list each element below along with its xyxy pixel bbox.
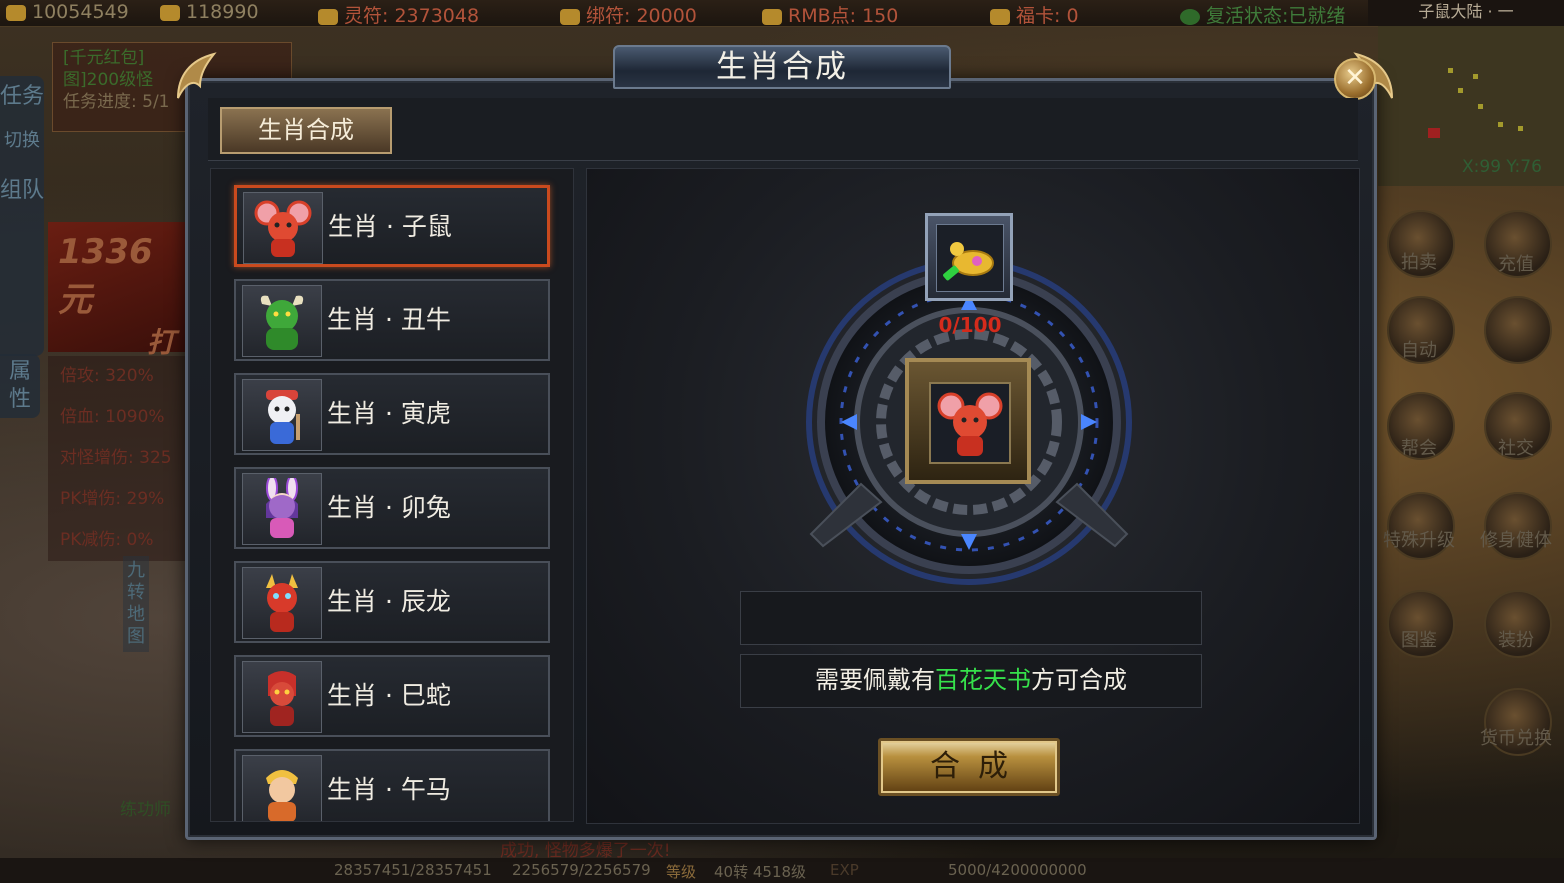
info-box [740,591,1202,645]
zodiac-list[interactable]: 生肖 · 子鼠 生肖 · 丑牛 生肖 · 寅虎 生肖 · 卯兔 生肖 · 辰龙 … [210,168,574,822]
requirement-text: 需要佩戴有百花天书方可合成 [740,654,1202,708]
coords-readout: X:99 Y:76 [1462,157,1542,177]
event-button[interactable] [1484,296,1552,364]
bangfu-counter: 绑符: 20000 [560,1,697,28]
revive-status: 复活状态:已就绪 [1180,1,1345,28]
required-item-name: 百花天书 [935,666,1031,694]
chat-line: 练功师 [120,800,171,820]
bottom-status-bar: 28357451/28357451 2256579/2256579 等级 40转… [0,858,1564,883]
stat-row: 对怪增伤: 325 [60,448,172,468]
server-name: 子鼠大陆 · 一 [1368,0,1564,26]
lingfu-counter: 灵符: 2373048 [318,1,479,28]
rabbit-portrait-icon [242,473,322,545]
dialog-title: 生肖合成 [613,45,951,89]
horse-portrait-icon [242,755,322,821]
lingfu-icon [318,8,338,25]
switch-button[interactable]: 切换 [0,126,44,152]
exp-label: EXP [830,861,859,879]
side-buttons: 任务 切换 组队 [0,76,44,356]
list-item-si-snake[interactable]: 生肖 · 巳蛇 [234,655,550,737]
left-hud: [千元红包] 图]200级怪 任务进度: 5/1 任务 切换 组队 属性 133… [0,36,292,856]
exp-readout: 5000/4200000000 [948,861,1087,879]
fuka-icon [990,8,1010,25]
promo-banner[interactable]: 1336元 打 [48,222,185,359]
mp-readout: 2256579/2256579 [512,861,651,879]
map-label[interactable]: 九转地图 [123,556,149,652]
result-slot[interactable] [905,358,1031,484]
stat-row: 倍攻: 320% [60,366,154,386]
stat-row: 倍血: 1090% [60,407,165,427]
rmb-counter: RMB点: 150 [762,1,898,28]
list-item-chen-dragon[interactable]: 生肖 · 辰龙 [234,561,550,643]
minimap-dot [1518,126,1523,131]
level-label: 等级 [666,863,697,881]
synthesize-button[interactable]: 合成 [878,738,1060,796]
close-icon: ✕ [1344,63,1366,93]
attr-button[interactable]: 属性 [0,354,40,418]
close-button[interactable]: ✕ [1334,58,1376,100]
team-button[interactable]: 组队 [0,178,44,204]
gold-icon [6,4,26,21]
resource-bar: 10054549 118990 灵符: 2373048 绑符: 20000 RM… [0,0,1564,27]
ingot-icon [160,4,180,21]
material-slot[interactable] [925,213,1013,301]
list-item-zi-rat[interactable]: 生肖 · 子鼠 [234,185,550,267]
corner-ornament-icon [177,52,217,99]
snake-portrait-icon [242,661,322,733]
rat-portrait-icon [243,192,323,264]
hp-readout: 28357451/28357451 [334,861,492,879]
tab-zodiac-synthesis[interactable]: 生肖合成 [220,107,392,154]
fuka-counter: 福卡: 0 [990,1,1079,28]
list-item-wu-horse[interactable]: 生肖 · 午马 [234,749,550,821]
gold-rat-icon [936,224,1004,292]
minimap-dot [1478,104,1483,109]
revive-icon [1180,8,1200,25]
tiger-portrait-icon [242,379,322,451]
task-button[interactable]: 任务 [0,84,44,110]
ingot-counter: 118990 [160,1,259,23]
stat-row: PK增伤: 29% [60,489,165,509]
player-marker [1428,128,1440,138]
stat-row: PK减伤: 0% [60,530,154,550]
list-item-mao-rabbit[interactable]: 生肖 · 卯兔 [234,467,550,549]
stats-panel: 倍攻: 320% 倍血: 1090% 对怪增伤: 325 PK增伤: 29% P… [48,356,188,561]
list-item-yin-tiger[interactable]: 生肖 · 寅虎 [234,373,550,455]
minimap-dot [1448,68,1453,73]
rmb-icon [762,8,782,25]
gold-counter: 10054549 [6,1,129,23]
bangfu-icon [560,8,580,25]
dragon-portrait-icon [242,567,322,639]
material-progress: 0/100 [938,313,1002,337]
list-item-chou-ox[interactable]: 生肖 · 丑牛 [234,279,550,361]
minimap-dot [1473,74,1478,79]
rat-result-icon [929,382,1011,464]
minimap-dot [1458,88,1463,93]
level-readout: 40转 4518级 [714,863,807,881]
ox-portrait-icon [242,285,322,357]
minimap-dot [1498,122,1503,127]
